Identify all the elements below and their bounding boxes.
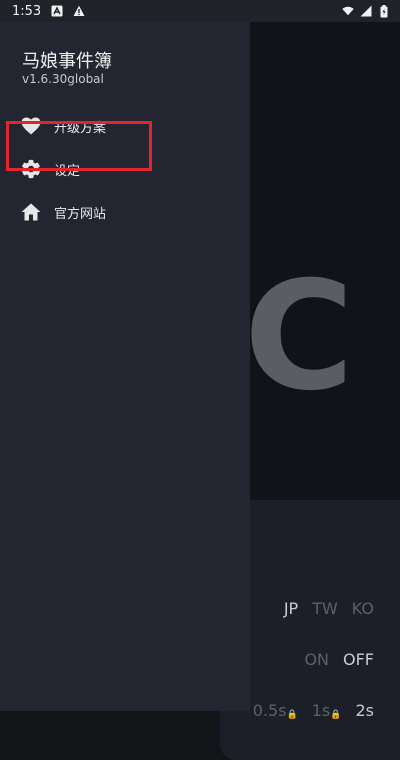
toggle-options: ON OFF: [304, 650, 374, 669]
lang-option-jp[interactable]: JP: [284, 599, 298, 618]
menu-label-official-site: 官方网站: [54, 206, 107, 222]
app-name: 马娘事件簿: [22, 51, 112, 72]
toggle-option-off[interactable]: OFF: [343, 650, 374, 669]
signal-icon: [360, 5, 372, 17]
lock-icon: 🔒: [330, 710, 342, 720]
menu-item-official-site[interactable]: 官方网站: [0, 192, 250, 232]
a-badge-icon: [51, 5, 63, 17]
settings-highlight-box: [6, 121, 152, 171]
alert-icon: [73, 5, 85, 17]
home-icon: [20, 201, 42, 223]
toggle-option-on[interactable]: ON: [304, 650, 329, 669]
lang-option-ko[interactable]: KO: [352, 599, 374, 618]
app-version: v1.6.30global: [22, 72, 104, 86]
lock-icon: 🔒: [286, 710, 298, 720]
battery-icon: [378, 4, 390, 17]
status-time: 1:53: [12, 3, 42, 19]
wifi-icon: [342, 5, 354, 17]
lang-option-tw[interactable]: TW: [312, 599, 338, 618]
background-glyph: C: [244, 250, 355, 424]
status-bar: 1:53: [0, 0, 400, 22]
language-options: JP TW KO: [284, 599, 374, 618]
